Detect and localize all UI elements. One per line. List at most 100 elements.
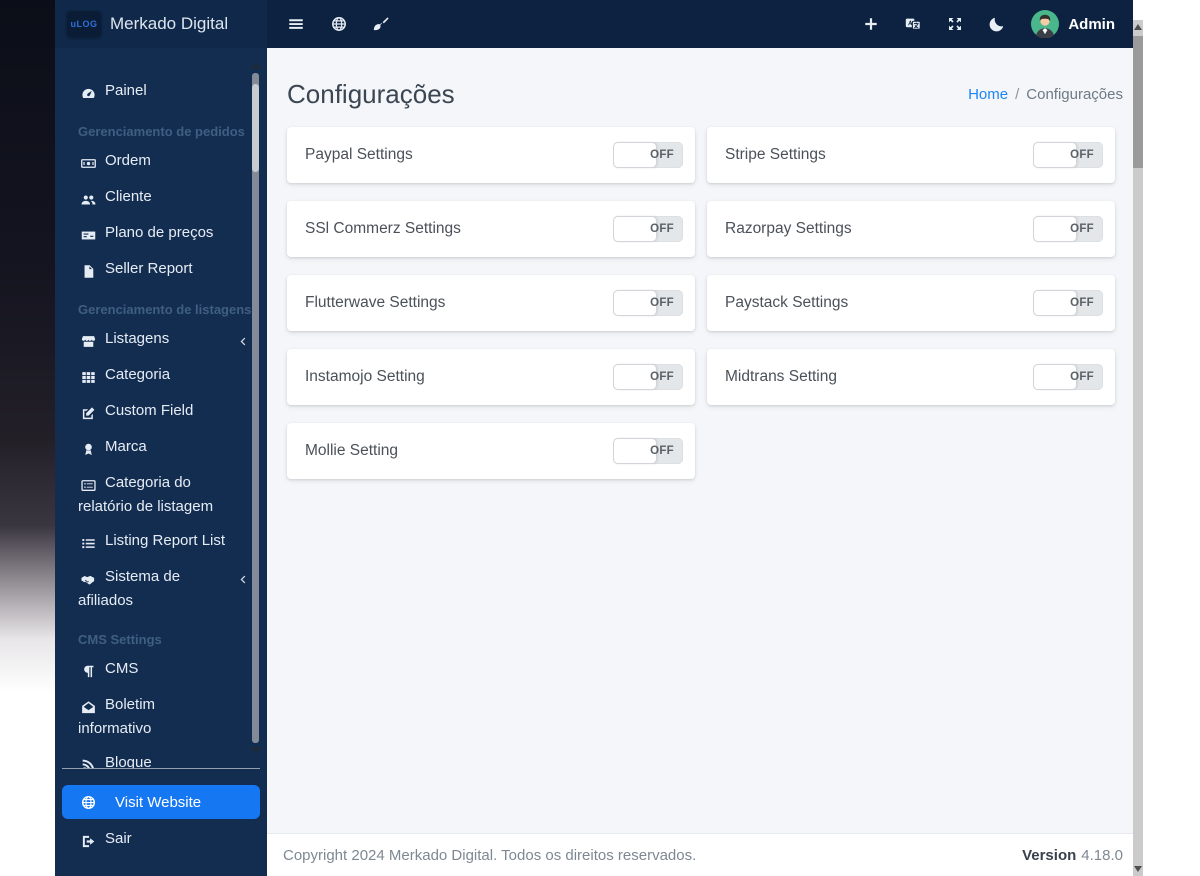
page-title: Configurações [287, 79, 455, 109]
sidebar-item-label: Ordem [105, 152, 151, 169]
toggle-switch[interactable]: OFF [613, 216, 683, 242]
sign-out-icon [78, 830, 98, 852]
user-name: Admin [1068, 15, 1115, 33]
edit-icon [78, 402, 98, 424]
sidebar-item-label: Plano de preços [105, 224, 214, 241]
setting-label: Flutterwave Settings [305, 294, 446, 311]
sidebar-item-categoria-do-relat-rio-de-listagem[interactable]: Categoria do relatório de listagem [62, 466, 252, 524]
scroll-up-arrow-icon[interactable] [251, 62, 261, 69]
list-alt-icon [78, 474, 98, 496]
list-icon [78, 532, 98, 554]
setting-label: Mollie Setting [305, 442, 399, 459]
dark-mode-moon-icon[interactable] [989, 16, 1005, 32]
sidebar-item-label: Painel [105, 82, 147, 99]
sidebar-item-cms[interactable]: CMS [62, 652, 252, 688]
sidebar-item-marca[interactable]: Marca [62, 430, 252, 466]
toggle-switch[interactable]: OFF [613, 142, 683, 168]
sidebar-item-blogue[interactable]: Blogue [62, 746, 252, 768]
sidebar-item-boletim-informativo[interactable]: Boletim informativo [62, 688, 252, 746]
settings-card-flutterwave-settings: Flutterwave Settings OFF [287, 275, 695, 331]
avatar [1031, 10, 1060, 38]
logout-button[interactable]: Sair [62, 822, 260, 858]
toggle-switch[interactable]: OFF [1033, 142, 1103, 168]
sidebar-item-plano-de-pre-os[interactable]: Plano de preços [62, 216, 252, 252]
toggle-switch[interactable]: OFF [1033, 364, 1103, 390]
setting-label: Midtrans Setting [725, 368, 837, 385]
toggle-state-label: OFF [650, 297, 674, 309]
footer: Copyright 2024 Merkado Digital. Todos os… [267, 833, 1133, 876]
language-switch-icon[interactable] [905, 16, 922, 32]
chevron-left-icon [237, 570, 248, 592]
topbar-right: Admin [837, 10, 1115, 38]
setting-label: Stripe Settings [725, 146, 826, 163]
sidebar-item-categoria[interactable]: Categoria [62, 358, 252, 394]
blog-icon [78, 754, 98, 768]
money-bill-icon [78, 152, 98, 174]
sidebar-item-label: Seller Report [105, 260, 193, 277]
setting-label: Razorpay Settings [725, 220, 852, 237]
toggle-switch[interactable]: OFF [613, 438, 683, 464]
sidebar: uLOG Merkado Digital Painel Gerenciament… [55, 0, 267, 876]
settings-card-paypal-settings: Paypal Settings OFF [287, 127, 695, 183]
hamburger-menu-icon[interactable] [287, 15, 305, 33]
breadcrumb-home-link[interactable]: Home [968, 86, 1008, 103]
setting-label: Instamojo Setting [305, 368, 425, 385]
sidebar-item-seller-report[interactable]: Seller Report [62, 252, 252, 288]
sidebar-item-listing-report-list[interactable]: Listing Report List [62, 524, 252, 560]
scroll-down-arrow-icon[interactable] [251, 747, 261, 754]
file-icon [78, 260, 98, 282]
add-new-icon[interactable] [863, 16, 879, 32]
toggle-switch[interactable]: OFF [613, 364, 683, 390]
page-header: Configurações Home / Configurações [267, 48, 1133, 110]
page-scrollbar[interactable] [1133, 20, 1143, 876]
settings-card-paystack-settings: Paystack Settings OFF [707, 275, 1115, 331]
sidebar-item-label: Listagens [105, 330, 170, 347]
menu-section-header-gerenciamento-de-listagens: Gerenciamento de listagens [78, 302, 252, 317]
money-check-icon [78, 224, 98, 246]
chevron-left-icon [237, 332, 248, 354]
fullscreen-expand-icon[interactable] [947, 16, 963, 32]
setting-label: Paypal Settings [305, 146, 413, 163]
sidebar-item-cliente[interactable]: Cliente [62, 180, 252, 216]
sidebar-item-label: Custom Field [105, 402, 194, 419]
toggle-switch[interactable]: OFF [613, 290, 683, 316]
website-globe-icon[interactable] [331, 16, 347, 32]
user-menu[interactable]: Admin [1031, 10, 1115, 38]
clear-cache-broom-icon[interactable] [373, 16, 389, 32]
toggle-state-label: OFF [1070, 297, 1094, 309]
topbar: Admin [267, 0, 1133, 48]
users-icon [78, 188, 98, 210]
brand-title[interactable]: Merkado Digital [110, 14, 228, 34]
sidebar-scrollbar[interactable] [251, 62, 261, 754]
sidebar-scrollbar-track[interactable] [252, 73, 259, 743]
sidebar-item-sistema-de-afiliados[interactable]: Sistema de afiliados [62, 560, 252, 618]
page-scroll-up-arrow-icon[interactable] [1134, 24, 1142, 30]
page-scrollbar-thumb[interactable] [1133, 36, 1143, 168]
breadcrumb-current: Configurações [1026, 85, 1123, 103]
settings-card-razorpay-settings: Razorpay Settings OFF [707, 201, 1115, 257]
sidebar-item-ordem[interactable]: Ordem [62, 144, 252, 180]
page-scroll-down-arrow-icon[interactable] [1134, 866, 1142, 872]
toggle-state-label: OFF [1070, 149, 1094, 161]
sidebar-scrollbar-thumb[interactable] [252, 84, 259, 172]
toggle-switch[interactable]: OFF [1033, 290, 1103, 316]
version-label: Version [1022, 846, 1077, 864]
sidebar-item-label: Cliente [105, 188, 152, 205]
store-icon [78, 330, 98, 352]
toggle-switch[interactable]: OFF [1033, 216, 1103, 242]
sidebar-item-label: Blogue [105, 754, 152, 768]
logout-label: Sair [105, 830, 132, 847]
handshake-icon [78, 568, 98, 590]
version-text: Version 4.18.0 [1022, 847, 1123, 864]
sidebar-item-listagens[interactable]: Listagens [62, 322, 252, 358]
settings-card-midtrans-setting: Midtrans Setting OFF [707, 349, 1115, 405]
sidebar-item-painel[interactable]: Painel [62, 74, 252, 110]
brand-logo[interactable]: uLOG [67, 11, 101, 37]
visit-website-button[interactable]: Visit Website [62, 785, 260, 819]
sidebar-item-custom-field[interactable]: Custom Field [62, 394, 252, 430]
sidebar-logo-bar: uLOG Merkado Digital [55, 0, 267, 48]
sidebar-item-label: Categoria [105, 366, 171, 383]
globe-icon [78, 794, 98, 811]
setting-label: SSl Commerz Settings [305, 220, 461, 237]
toggle-state-label: OFF [1070, 223, 1094, 235]
